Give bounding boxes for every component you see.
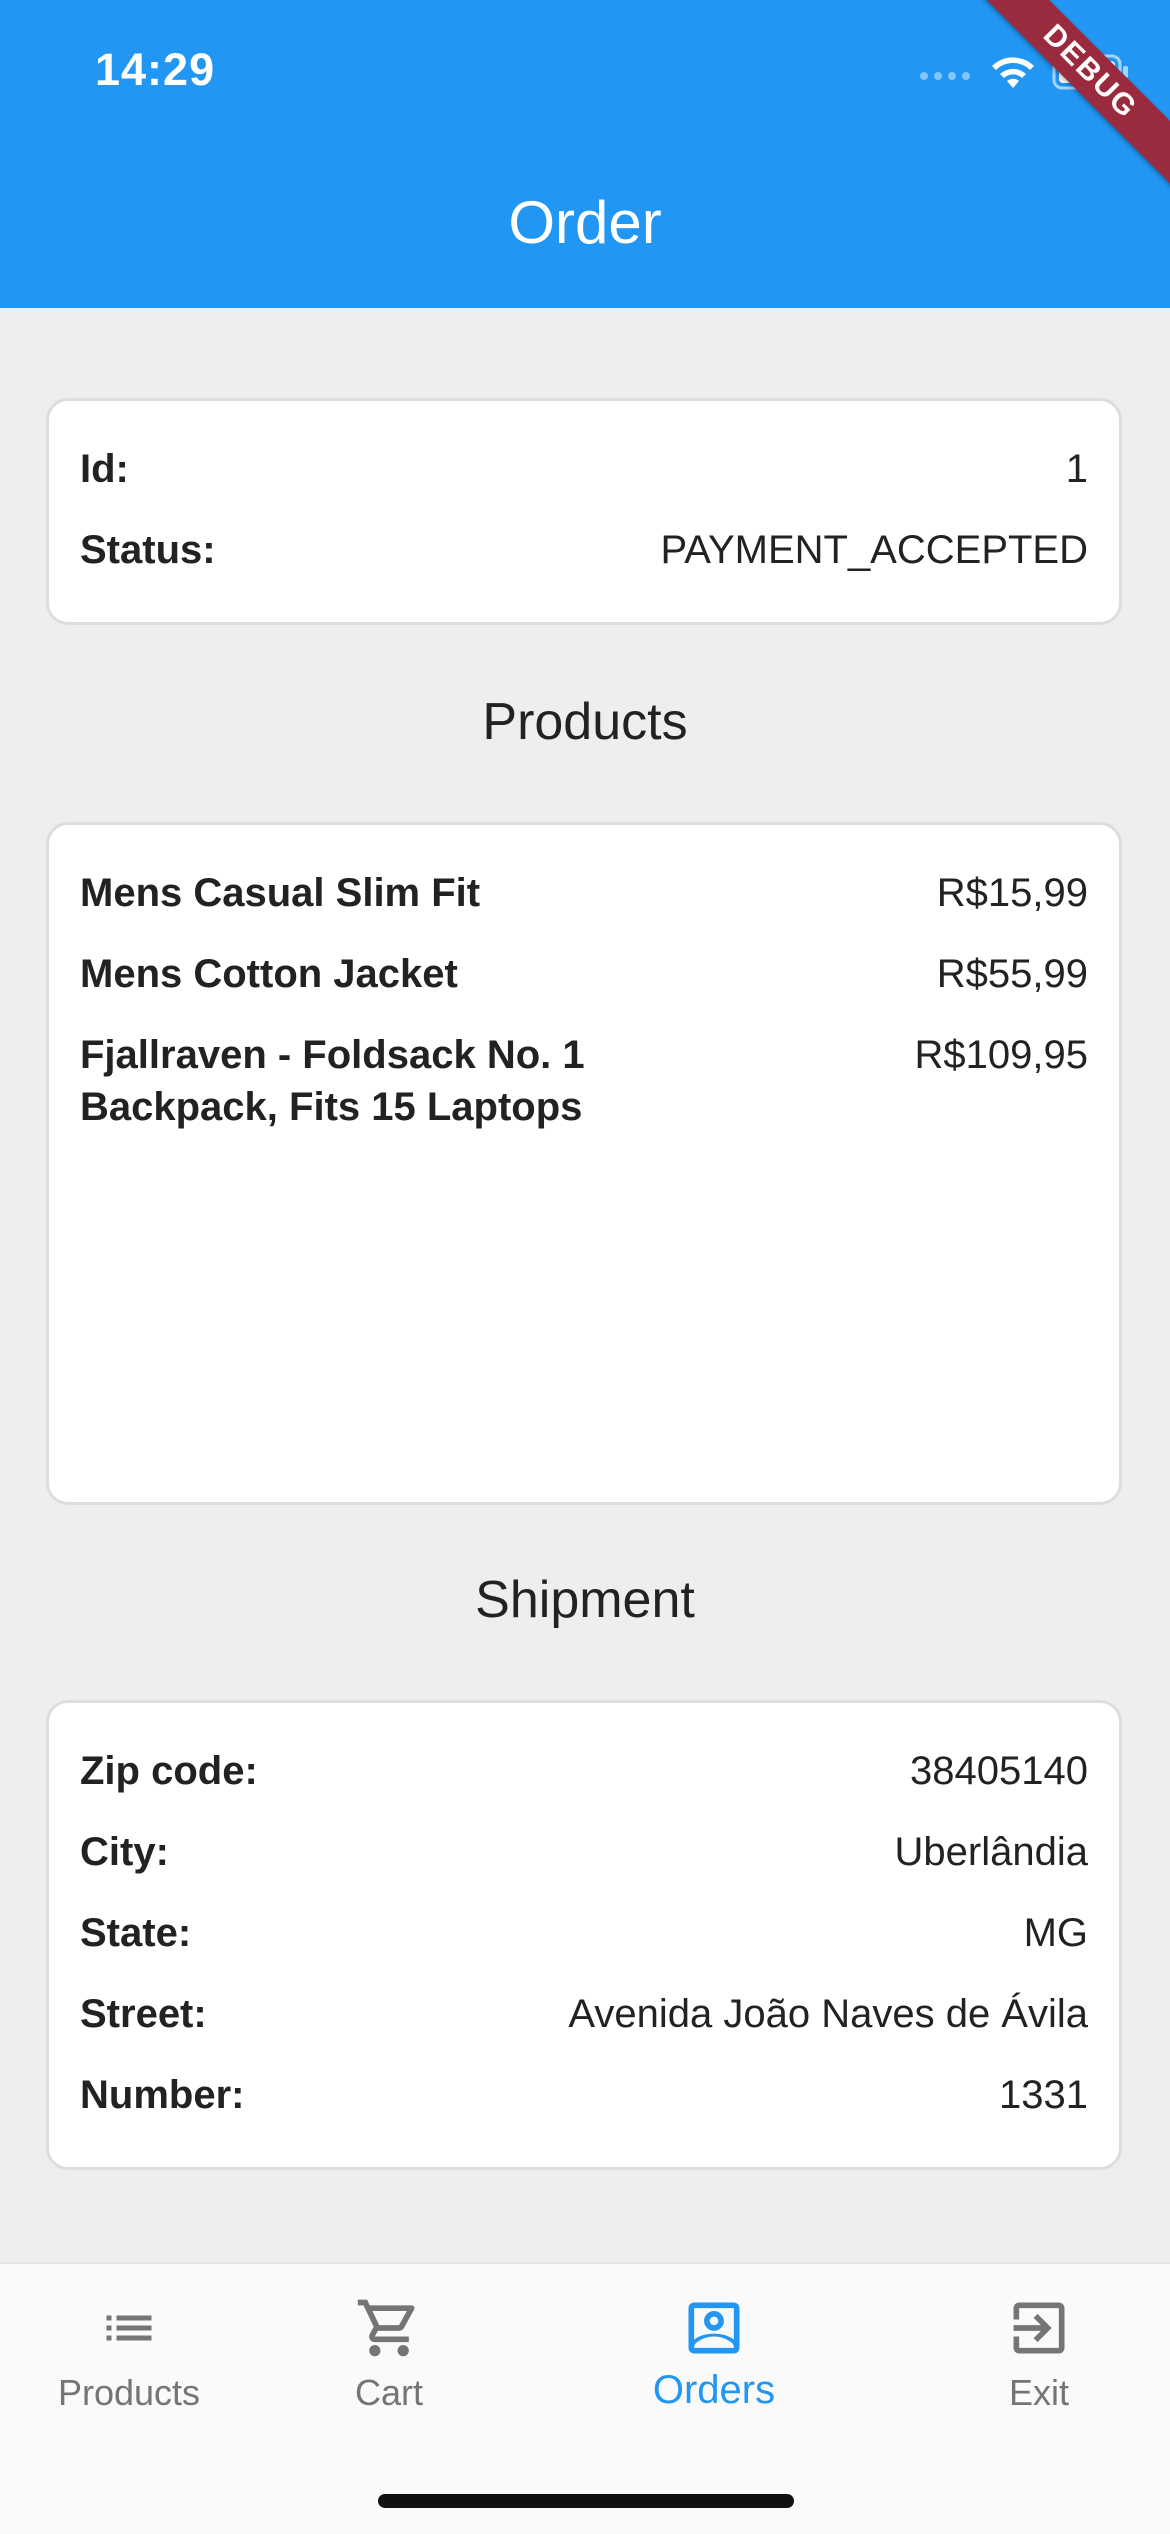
- product-row: Mens Cotton Jacket R$55,99: [80, 948, 1088, 1000]
- nav-item-label: Orders: [652, 2368, 776, 2412]
- nav-item-label: Cart: [354, 2372, 423, 2413]
- home-indicator[interactable]: [378, 2494, 794, 2508]
- debug-banner: DEBUG: [968, 0, 1170, 194]
- nav-item-cart[interactable]: Cart: [269, 2292, 509, 2414]
- shipment-number-row: Number: 1331: [80, 2069, 1088, 2121]
- products-card: Mens Casual Slim Fit R$15,99 Mens Cotton…: [46, 822, 1122, 1505]
- number-label: Number:: [80, 2073, 245, 2117]
- order-status-row: Status: PAYMENT_ACCEPTED: [80, 524, 1088, 576]
- product-price: R$15,99: [936, 871, 1088, 915]
- street-value: Avenida João Naves de Ávila: [568, 1992, 1088, 2036]
- product-row: Fjallraven - Foldsack No. 1 Backpack, Fi…: [80, 1029, 1088, 1133]
- order-status-value: PAYMENT_ACCEPTED: [660, 528, 1088, 572]
- zip-code-label: Zip code:: [80, 1749, 258, 1793]
- order-id-row: Id: 1: [80, 443, 1088, 495]
- shipment-section-title: Shipment: [475, 1571, 695, 1629]
- city-value: Uberlândia: [894, 1830, 1088, 1874]
- product-row: Mens Casual Slim Fit R$15,99: [80, 867, 1088, 919]
- wifi-icon: [992, 57, 1034, 88]
- nav-item-exit[interactable]: Exit: [919, 2292, 1159, 2414]
- product-price: R$109,95: [914, 1033, 1088, 1077]
- shipment-state-row: State: MG: [80, 1907, 1088, 1959]
- state-value: MG: [1023, 1911, 1088, 1955]
- page-title: Order: [508, 189, 662, 256]
- shipment-city-row: City: Uberlândia: [80, 1826, 1088, 1878]
- cart-icon: [269, 2292, 509, 2364]
- products-section-title: Products: [482, 693, 688, 751]
- product-name: Fjallraven - Foldsack No. 1 Backpack, Fi…: [80, 1033, 585, 1129]
- order-info-card: Id: 1 Status: PAYMENT_ACCEPTED: [46, 398, 1122, 625]
- status-time: 14:29: [95, 44, 216, 95]
- state-label: State:: [80, 1911, 192, 1955]
- order-id-value: 1: [1065, 447, 1088, 491]
- city-label: City:: [80, 1830, 169, 1874]
- order-status-label: Status:: [80, 528, 216, 572]
- app-bar: 14:29 DEBUG Order: [0, 0, 1170, 308]
- product-name: Mens Casual Slim Fit: [80, 871, 481, 915]
- shipment-street-row: Street: Avenida João Naves de Ávila: [80, 1988, 1088, 2040]
- list-icon: [9, 2292, 249, 2364]
- product-name: Mens Cotton Jacket: [80, 952, 458, 996]
- product-price: R$55,99: [936, 952, 1088, 996]
- account-box-icon: [594, 2292, 834, 2364]
- nav-item-label: Exit: [1008, 2372, 1069, 2413]
- order-id-label: Id:: [80, 447, 129, 491]
- exit-icon: [919, 2292, 1159, 2364]
- nav-item-products[interactable]: Products: [9, 2292, 249, 2414]
- street-label: Street:: [80, 1992, 207, 2036]
- shipment-zip-row: Zip code: 38405140: [80, 1745, 1088, 1797]
- nav-item-orders[interactable]: Orders: [594, 2292, 834, 2413]
- nav-item-label: Products: [57, 2372, 201, 2413]
- cellular-signal-icon: [920, 72, 970, 80]
- shipment-card: Zip code: 38405140 City: Uberlândia Stat…: [46, 1700, 1122, 2170]
- zip-code-value: 38405140: [910, 1749, 1088, 1793]
- number-value: 1331: [999, 2073, 1088, 2117]
